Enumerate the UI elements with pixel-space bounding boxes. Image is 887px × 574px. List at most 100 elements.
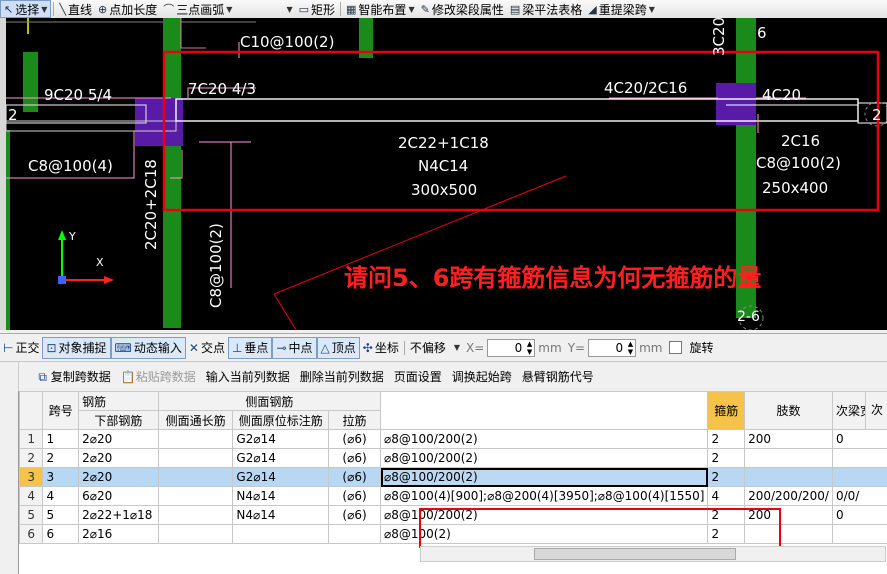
cell-tie[interactable]: (⌀6) bbox=[328, 467, 382, 487]
cell-side-through[interactable] bbox=[157, 467, 234, 487]
cell-side-original[interactable]: N4⌀14 bbox=[232, 505, 330, 525]
chevron-down-icon[interactable]: ▼ bbox=[649, 5, 655, 14]
chevron-down-icon[interactable]: ▼ bbox=[41, 5, 47, 14]
table-row[interactable]: 6 6 2⌀16 ⌀8@100(2) 2 bbox=[19, 524, 887, 544]
re-extract-button[interactable]: ◢ 重提梁跨 ▼ bbox=[585, 1, 658, 17]
cell-sec-width[interactable] bbox=[744, 467, 833, 487]
cell-side-original[interactable]: G2⌀14 bbox=[232, 429, 330, 449]
cell-sec-width[interactable]: 200/200/200/ bbox=[744, 486, 833, 506]
header-side-original: 侧面原位标注筋 bbox=[232, 410, 330, 430]
chevron-down-icon[interactable]: ▼ bbox=[286, 5, 292, 14]
coord-snap[interactable]: ✣ 坐标 bbox=[360, 338, 402, 358]
cell-next[interactable] bbox=[831, 524, 887, 544]
cell-stirrup[interactable]: ⌀8@100(2) bbox=[380, 524, 709, 544]
cell-stirrup[interactable]: ⌀8@100/200(2) bbox=[380, 505, 709, 525]
page-setup-button[interactable]: 页面设置 bbox=[389, 368, 447, 385]
cell-span[interactable]: 1 bbox=[42, 429, 80, 449]
cell-side-through[interactable] bbox=[157, 429, 234, 449]
cell-next[interactable]: 0/0/ bbox=[831, 486, 887, 506]
cantilever-code-button[interactable]: 悬臂钢筋代号 bbox=[517, 368, 599, 385]
arc-button[interactable]: ⌒ 三点画弧 ▼ bbox=[160, 1, 235, 17]
cell-span[interactable]: 4 bbox=[42, 486, 80, 506]
cell-next[interactable] bbox=[831, 448, 887, 468]
cell-span[interactable]: 2 bbox=[42, 448, 80, 468]
y-input[interactable]: 0 ▲ ▼ bbox=[588, 338, 637, 357]
cell-sec-width[interactable]: 200 bbox=[744, 505, 833, 525]
modify-segment-button[interactable]: ✎ 修改梁段属性 bbox=[418, 1, 507, 17]
cell-tie[interactable]: (⌀6) bbox=[328, 429, 382, 449]
cell-side-original[interactable] bbox=[232, 524, 330, 544]
cell-legs[interactable]: 2 bbox=[707, 448, 746, 468]
select-button[interactable]: ↖ 选择 ▼ bbox=[0, 0, 52, 18]
cell-span[interactable]: 3 bbox=[42, 467, 80, 487]
cell-bottom-rebar[interactable]: 2⌀20 bbox=[78, 429, 159, 449]
cell-tie[interactable]: (⌀6) bbox=[328, 486, 382, 506]
table-row[interactable]: 4 4 6⌀20 N4⌀14 (⌀6) ⌀8@100(4)[900];⌀8@200(4)[… bbox=[19, 486, 887, 506]
cell-legs[interactable]: 4 bbox=[707, 486, 746, 506]
cell-side-original[interactable]: G2⌀14 bbox=[232, 467, 330, 487]
table-row[interactable]: 2 2 2⌀20 G2⌀14 (⌀6) ⌀8@100/200(2) 2 bbox=[19, 448, 887, 468]
cell-side-original[interactable]: N4⌀14 bbox=[232, 486, 330, 506]
cell-span[interactable]: 6 bbox=[42, 524, 80, 544]
cell-bottom-rebar[interactable]: 2⌀20 bbox=[78, 448, 159, 468]
chevron-down-icon[interactable]: ▼ bbox=[408, 5, 414, 14]
cell-bottom-rebar[interactable]: 2⌀16 bbox=[78, 524, 159, 544]
cell-sec-width[interactable] bbox=[744, 524, 833, 544]
cell-stirrup[interactable]: ⌀8@100/200(2) bbox=[380, 467, 709, 487]
point-length-button[interactable]: ⊕ 点加长度 bbox=[95, 1, 160, 17]
smart-layout-button[interactable]: ▦ 智能布置 ▼ bbox=[343, 1, 418, 17]
dynamic-input-toggle[interactable]: ⌨ 动态输入 bbox=[110, 336, 186, 359]
vertex-snap[interactable]: △ 顶点 bbox=[316, 336, 360, 359]
cell-side-through[interactable] bbox=[157, 505, 234, 525]
paste-span-button[interactable]: 📋粘贴跨数据 bbox=[116, 368, 201, 385]
line-button[interactable]: ╲ 直线 bbox=[56, 1, 95, 17]
scrollbar-thumb[interactable] bbox=[534, 548, 736, 560]
midpoint-snap[interactable]: ⊸ 中点 bbox=[272, 336, 317, 359]
swap-start-button[interactable]: 调换起始跨 bbox=[447, 368, 517, 385]
cell-legs[interactable]: 2 bbox=[707, 524, 746, 544]
cell-stirrup[interactable]: ⌀8@100/200(2) bbox=[380, 448, 709, 468]
cell-next[interactable] bbox=[831, 467, 887, 487]
cell-side-original[interactable]: G2⌀14 bbox=[232, 448, 330, 468]
cell-tie[interactable]: (⌀6) bbox=[328, 448, 382, 468]
cell-next[interactable]: 0 bbox=[831, 505, 887, 525]
table-row[interactable]: 1 1 2⌀20 G2⌀14 (⌀6) ⌀8@100/200(2) 2 200 0 bbox=[19, 429, 887, 449]
dropdown-arrow[interactable]: ▼ bbox=[281, 1, 295, 17]
cell-bottom-rebar[interactable]: 2⌀20 bbox=[78, 467, 159, 487]
beam-table-button[interactable]: ▤ 梁平法表格 bbox=[507, 1, 585, 17]
cell-stirrup[interactable]: ⌀8@100/200(2) bbox=[380, 429, 709, 449]
cell-side-through[interactable] bbox=[157, 486, 234, 506]
cell-next[interactable]: 0 bbox=[831, 429, 887, 449]
cell-legs[interactable]: 2 bbox=[707, 429, 746, 449]
perpendicular-snap[interactable]: ⊥ 垂点 bbox=[227, 336, 273, 359]
copy-span-button[interactable]: ⧉ 复制跨数据 bbox=[33, 368, 115, 385]
chevron-down-icon[interactable]: ▼ bbox=[226, 5, 232, 14]
cell-span[interactable]: 5 bbox=[42, 505, 80, 525]
drawing-canvas[interactable]: C10@100(2) 9C20 5/4 7C20 4/3 4C20/2C16 3… bbox=[6, 18, 887, 330]
cell-sec-width[interactable]: 200 bbox=[744, 429, 833, 449]
cell-side-through[interactable] bbox=[157, 448, 234, 468]
cell-sec-width[interactable] bbox=[744, 448, 833, 468]
rotate-checkbox[interactable] bbox=[669, 341, 683, 354]
input-column-button[interactable]: 输入当前列数据 bbox=[201, 368, 295, 385]
cell-tie[interactable] bbox=[328, 524, 382, 544]
cell-legs[interactable]: 2 bbox=[707, 467, 746, 487]
label-6: 6 bbox=[757, 24, 767, 42]
cell-tie[interactable]: (⌀6) bbox=[328, 505, 382, 525]
ortho-toggle[interactable]: ⊢ 正交 bbox=[0, 338, 42, 358]
cell-legs[interactable]: 2 bbox=[707, 505, 746, 525]
cell-bottom-rebar[interactable]: 2⌀22+1⌀18 bbox=[78, 505, 159, 525]
cell-side-through[interactable] bbox=[157, 524, 234, 544]
object-snap-toggle[interactable]: ⊡ 对象捕捉 bbox=[42, 336, 111, 359]
table-row[interactable]: 3 3 2⌀20 G2⌀14 (⌀6) ⌀8@100/200(2) 2 bbox=[19, 467, 887, 487]
delete-column-button[interactable]: 删除当前列数据 bbox=[295, 368, 389, 385]
offset-select[interactable]: 不偏移 ▼ bbox=[407, 338, 463, 358]
cell-bottom-rebar[interactable]: 6⌀20 bbox=[78, 486, 159, 506]
intersection-snap[interactable]: ✕ 交点 bbox=[186, 338, 228, 358]
table-row[interactable]: 5 5 2⌀22+1⌀18 N4⌀14 (⌀6) ⌀8@100/200(2) 2 200 0 bbox=[19, 505, 887, 525]
x-input[interactable]: 0 ▲ ▼ bbox=[487, 338, 536, 357]
cell-stirrup[interactable]: ⌀8@100(4)[900];⌀8@200(4)[3950];⌀8@100(4)… bbox=[380, 486, 709, 506]
rect-button[interactable]: ▭ 矩形 bbox=[296, 1, 338, 17]
spinner-icon[interactable]: ▲ ▼ bbox=[527, 340, 532, 356]
spinner-icon[interactable]: ▲ ▼ bbox=[628, 340, 633, 356]
